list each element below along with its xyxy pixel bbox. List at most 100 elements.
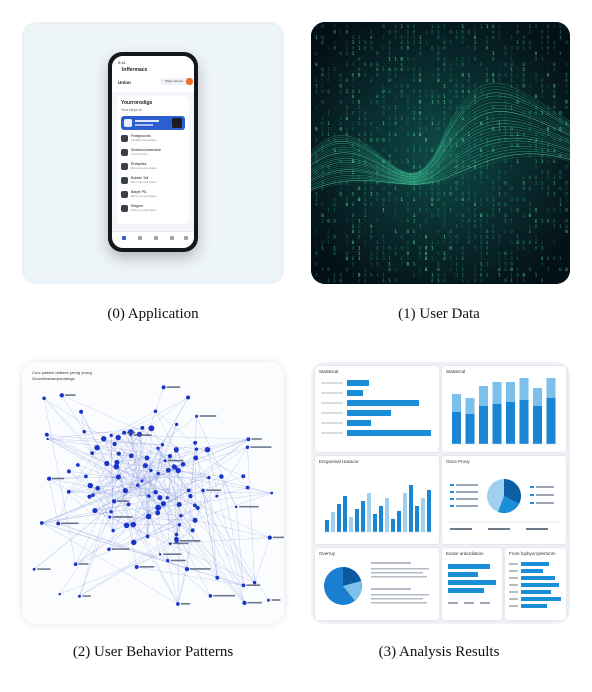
svg-text:1: 1 [486, 175, 489, 181]
svg-text:0: 0 [388, 267, 391, 273]
svg-text:0: 0 [413, 164, 416, 170]
svg-text:1: 1 [394, 105, 397, 111]
svg-text:1: 1 [315, 229, 318, 235]
svg-text:0: 0 [400, 56, 403, 62]
card-title: Once Prooy [446, 459, 470, 464]
svg-text:0: 0 [565, 218, 568, 224]
svg-text:1: 1 [425, 154, 428, 160]
svg-text:1: 1 [559, 224, 562, 230]
svg-text:1: 1 [541, 148, 544, 154]
svg-text:0: 0 [510, 229, 513, 235]
svg-text:0: 0 [455, 94, 458, 100]
svg-text:1: 1 [480, 24, 483, 30]
svg-text:1: 1 [468, 235, 471, 241]
svg-text:1: 1 [376, 127, 379, 133]
svg-text:1: 1 [315, 35, 318, 41]
svg-text:1: 1 [400, 197, 403, 203]
svg-text:1: 1 [510, 78, 513, 84]
svg-text:0: 0 [376, 100, 379, 106]
svg-text:0: 0 [443, 278, 446, 284]
svg-text:0: 0 [455, 186, 458, 192]
svg-text:0: 0 [333, 29, 336, 35]
svg-text:0: 0 [364, 191, 367, 197]
svg-text:0: 0 [413, 29, 416, 35]
svg-text:1: 1 [419, 40, 422, 46]
svg-text:0: 0 [529, 240, 532, 246]
svg-text:1: 1 [443, 121, 446, 127]
svg-text:0: 0 [333, 154, 336, 160]
svg-text:1: 1 [376, 240, 379, 246]
svg-text:0: 0 [327, 78, 330, 84]
svg-text:0: 0 [437, 229, 440, 235]
legend-item: Grocsforstraroperaferge [32, 376, 75, 381]
svg-text:0: 0 [541, 29, 544, 35]
svg-text:0: 0 [425, 245, 428, 251]
svg-text:0: 0 [461, 29, 464, 35]
row-title: Rrctspitss [131, 162, 147, 166]
svg-text:0: 0 [553, 62, 556, 68]
svg-text:0: 0 [370, 235, 373, 241]
svg-text:0: 0 [510, 251, 513, 257]
svg-text:1: 1 [516, 73, 519, 79]
svg-text:1: 1 [388, 116, 391, 122]
svg-text:0: 0 [413, 132, 416, 138]
svg-text:1: 1 [541, 89, 544, 95]
svg-text:0: 0 [474, 56, 477, 62]
row-sub: Lets reccourse [131, 153, 148, 156]
svg-text:1: 1 [486, 73, 489, 79]
svg-text:1: 1 [480, 229, 483, 235]
svg-text:0: 0 [474, 202, 477, 208]
svg-text:0: 0 [553, 105, 556, 111]
svg-text:1: 1 [407, 208, 410, 214]
svg-text:1: 1 [419, 46, 422, 52]
svg-text:0: 0 [400, 46, 403, 52]
svg-text:1: 1 [492, 186, 495, 192]
svg-text:0: 0 [565, 40, 568, 46]
svg-text:1: 1 [468, 175, 471, 181]
svg-text:0: 0 [419, 94, 422, 100]
svg-text:1: 1 [510, 56, 513, 62]
svg-text:0: 0 [352, 202, 355, 208]
svg-text:1: 1 [535, 235, 538, 241]
svg-text:1: 1 [480, 202, 483, 208]
svg-text:1: 1 [358, 278, 361, 284]
svg-text:0: 0 [449, 267, 452, 273]
svg-text:1: 1 [498, 240, 501, 246]
svg-text:1: 1 [474, 29, 477, 35]
svg-text:0: 0 [358, 73, 361, 79]
svg-text:0: 0 [376, 218, 379, 224]
svg-text:0: 0 [541, 35, 544, 41]
svg-text:1: 1 [364, 213, 367, 219]
svg-text:0: 0 [461, 191, 464, 197]
svg-text:0: 0 [553, 159, 556, 165]
svg-text:1: 1 [510, 67, 513, 73]
svg-text:0: 0 [321, 213, 324, 219]
svg-text:0: 0 [413, 56, 416, 62]
svg-text:1: 1 [358, 256, 361, 262]
svg-text:1: 1 [522, 67, 525, 73]
svg-text:1: 1 [565, 89, 568, 95]
bottom-nav [112, 231, 194, 248]
svg-text:1: 1 [443, 235, 446, 241]
svg-text:1: 1 [346, 62, 349, 68]
svg-text:1: 1 [443, 218, 446, 224]
svg-text:1: 1 [394, 24, 397, 30]
svg-text:1: 1 [407, 40, 410, 46]
svg-text:1: 1 [425, 191, 428, 197]
svg-text:0: 0 [535, 218, 538, 224]
pie-chart [324, 562, 429, 605]
svg-text:1: 1 [407, 191, 410, 197]
svg-text:0: 0 [400, 256, 403, 262]
svg-text:0: 0 [370, 40, 373, 46]
svg-text:0: 0 [437, 73, 440, 79]
nav-icon [184, 236, 188, 240]
svg-text:0: 0 [535, 175, 538, 181]
svg-text:1: 1 [407, 78, 410, 84]
svg-text:1: 1 [431, 256, 434, 262]
svg-text:0: 0 [480, 240, 483, 246]
svg-text:0: 0 [522, 181, 525, 187]
svg-text:0: 0 [565, 191, 568, 197]
svg-text:0: 0 [382, 100, 385, 106]
svg-text:1: 1 [400, 116, 403, 122]
svg-text:1: 1 [400, 218, 403, 224]
